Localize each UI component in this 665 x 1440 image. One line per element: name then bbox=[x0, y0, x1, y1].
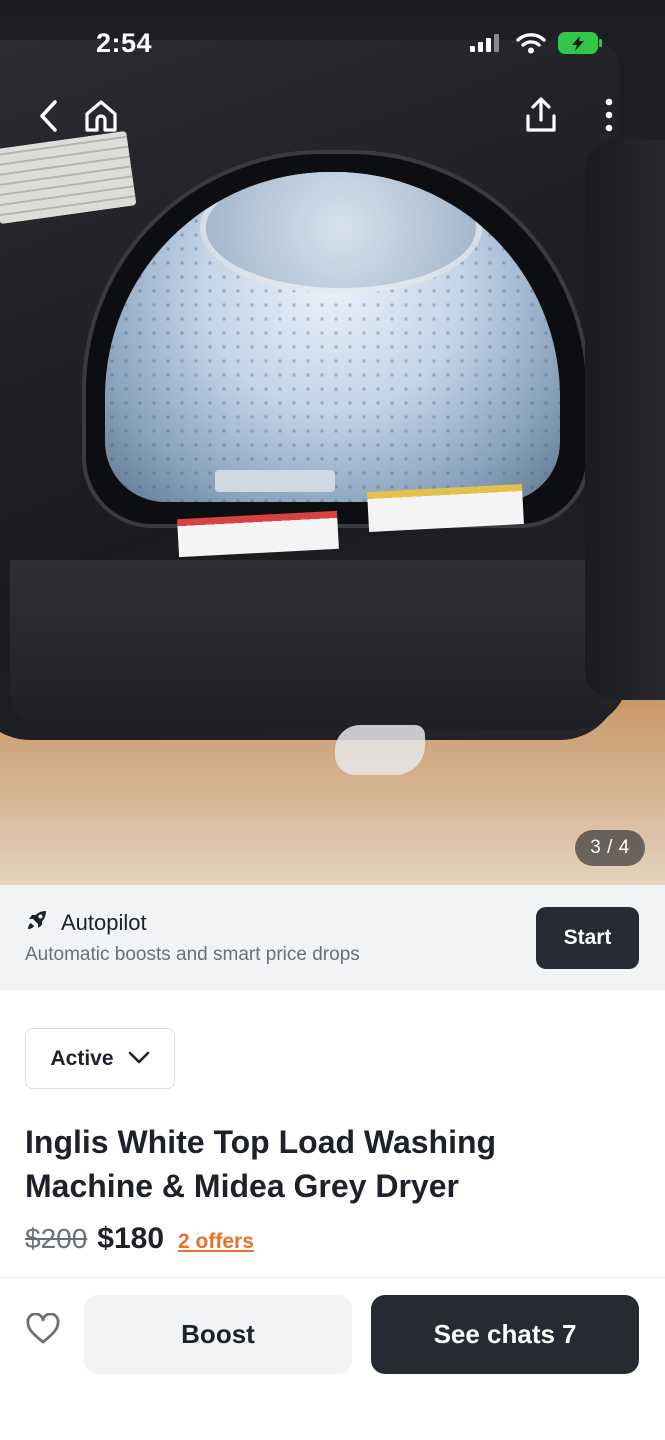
wifi-icon bbox=[516, 32, 546, 59]
status-icons bbox=[470, 30, 604, 60]
heart-icon bbox=[25, 1311, 61, 1350]
more-icon bbox=[604, 98, 614, 137]
rocket-icon bbox=[25, 908, 49, 937]
original-price: $200 bbox=[25, 1223, 88, 1254]
listing-title: Inglis White Top Load Washing Machine & … bbox=[25, 1124, 497, 1204]
cellular-signal-icon bbox=[470, 33, 504, 57]
share-icon bbox=[523, 96, 559, 139]
photo-counter: 3 / 4 bbox=[575, 830, 645, 866]
back-button[interactable] bbox=[28, 96, 70, 140]
autopilot-subtitle: Automatic boosts and smart price drops bbox=[25, 944, 360, 965]
chats-count: 7 bbox=[561, 1319, 577, 1349]
bottom-bar-divider bbox=[0, 1277, 665, 1278]
photo-sock bbox=[335, 725, 425, 775]
home-icon bbox=[83, 98, 119, 139]
photo-caution-label bbox=[367, 483, 524, 533]
offers-link[interactable]: 2 offers bbox=[178, 1230, 254, 1254]
autopilot-header: Autopilot bbox=[25, 908, 147, 937]
current-price: $180 bbox=[97, 1222, 165, 1255]
see-chats-button[interactable]: See chats 7 bbox=[371, 1295, 639, 1374]
share-button[interactable] bbox=[518, 94, 564, 140]
price-row: $200 $180 2 offers bbox=[25, 1222, 254, 1256]
status-time: 2:54 bbox=[96, 28, 153, 58]
photo-lint-filter bbox=[215, 470, 335, 492]
autopilot-title: Autopilot bbox=[61, 909, 147, 935]
back-icon bbox=[38, 99, 60, 138]
battery-charging-icon bbox=[558, 31, 604, 60]
autopilot-start-button[interactable]: Start bbox=[536, 907, 639, 969]
favorite-button[interactable] bbox=[22, 1310, 64, 1352]
listing-status-label: Active bbox=[50, 1046, 114, 1070]
see-chats-label: See chats bbox=[433, 1319, 555, 1349]
chevron-down-icon bbox=[128, 1047, 150, 1071]
home-button[interactable] bbox=[80, 96, 122, 140]
boost-button[interactable]: Boost bbox=[84, 1295, 352, 1374]
photo-dryer-pedestal bbox=[10, 560, 630, 730]
listing-status-dropdown[interactable]: Active bbox=[25, 1028, 175, 1089]
photo-drum bbox=[105, 172, 560, 502]
more-options-button[interactable] bbox=[588, 94, 630, 140]
photo-open-door bbox=[585, 140, 665, 700]
